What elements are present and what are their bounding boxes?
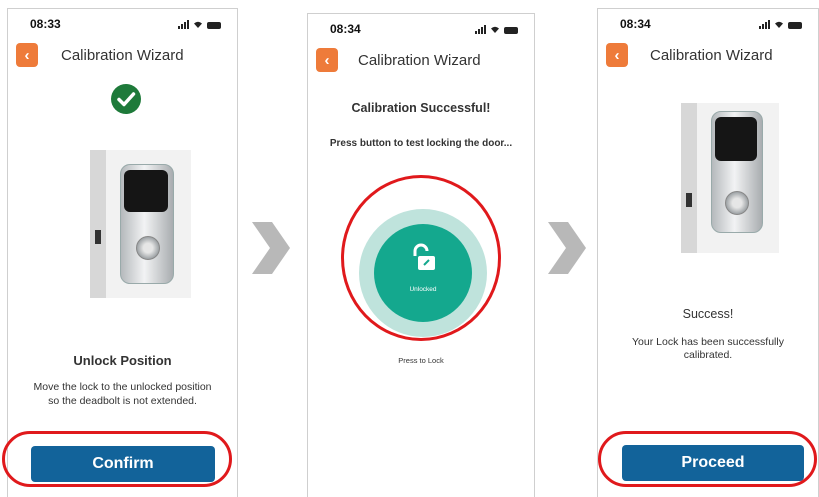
success-heading: Success!	[682, 307, 734, 321]
wifi-icon	[775, 21, 783, 28]
signal-icon	[178, 20, 189, 29]
status-bar: 08:34	[598, 15, 818, 35]
status-time: 08:34	[330, 22, 361, 36]
success-heading: Calibration Successful!	[351, 101, 491, 115]
wifi-icon	[194, 21, 202, 28]
lock-toggle-highlight	[341, 175, 501, 341]
status-time: 08:33	[30, 17, 61, 31]
step-description-line1: Move the lock to the unlocked position	[33, 381, 212, 393]
battery-icon	[207, 22, 221, 29]
wizard-title: Calibration Wizard	[650, 47, 773, 64]
wizard-title: Calibration Wizard	[61, 47, 184, 64]
step-description-line2: so the deadbolt is not extended.	[48, 395, 197, 407]
battery-icon	[504, 27, 518, 34]
wifi-icon	[491, 26, 499, 33]
test-instruction: Press button to test locking the door...	[329, 138, 513, 149]
lock-image	[90, 150, 191, 298]
status-time: 08:34	[620, 17, 651, 31]
success-message-line1: Your Lock has been successfully	[632, 336, 784, 348]
confirm-highlight	[2, 431, 232, 487]
back-button[interactable]: ‹	[316, 48, 338, 72]
wizard-title: Calibration Wizard	[358, 52, 481, 69]
screen-success: 08:34 ‹ Calibration Wizard Success! Your…	[597, 8, 819, 497]
step-heading: Unlock Position	[73, 353, 172, 368]
checkmark-icon	[111, 84, 141, 114]
signal-icon	[759, 20, 770, 29]
status-bar: 08:33	[8, 15, 237, 35]
status-bar: 08:34	[308, 20, 534, 40]
battery-icon	[788, 22, 802, 29]
next-arrow-icon	[548, 222, 586, 274]
success-message-line2: calibrated.	[683, 349, 733, 361]
back-button[interactable]: ‹	[606, 43, 628, 67]
back-button[interactable]: ‹	[16, 43, 38, 67]
press-to-lock-caption: Press to Lock	[398, 356, 444, 365]
lock-image	[681, 103, 779, 253]
next-arrow-icon	[252, 222, 290, 274]
proceed-highlight	[598, 431, 817, 487]
screen-unlock-position: 08:33 ‹ Calibration Wizard Unlock Positi…	[7, 8, 238, 497]
signal-icon	[475, 25, 486, 34]
